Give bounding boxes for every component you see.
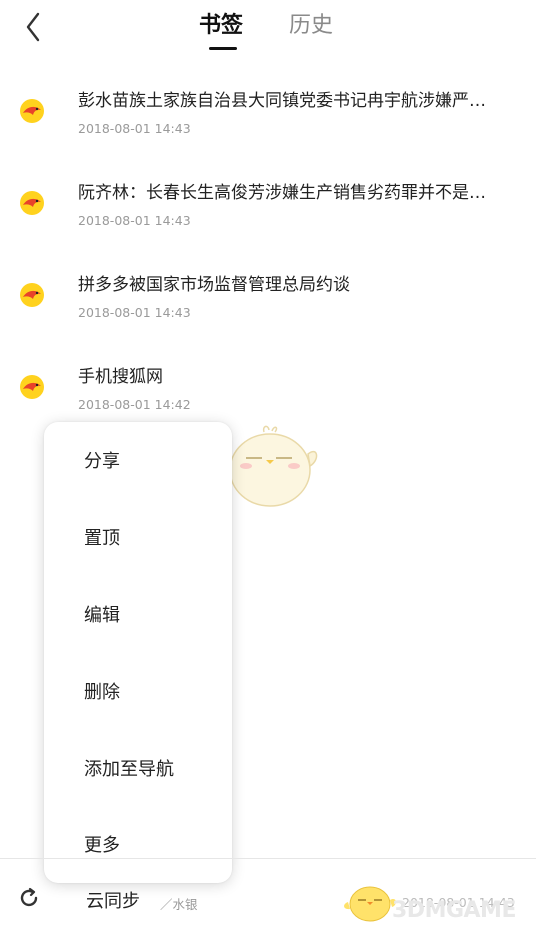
menu-item-delete[interactable]: 删除: [84, 681, 120, 705]
bookmark-item[interactable]: 彭水苗族土家族自治县大同镇党委书记冉宇航涉嫌严… 2018-08-01 14:4…: [0, 88, 536, 180]
tab-history[interactable]: 历史: [289, 12, 333, 40]
bookmark-time: 2018-08-01 14:42: [78, 397, 191, 412]
menu-item-add-to-nav[interactable]: 添加至导航: [84, 758, 174, 782]
back-arrow-icon[interactable]: [20, 10, 50, 44]
sync-account: ／水银: [160, 897, 198, 912]
sync-icon[interactable]: [18, 887, 40, 909]
bookmark-title: 拼多多被国家市场监督管理总局约谈: [78, 275, 350, 295]
bookmark-time: 2018-08-01 14:43: [78, 213, 191, 228]
menu-item-edit[interactable]: 编辑: [84, 604, 120, 628]
watermark-text: 3DMGAME: [392, 898, 516, 923]
menu-item-share[interactable]: 分享: [84, 450, 120, 474]
bookmark-time: 2018-08-01 14:43: [78, 305, 191, 320]
sohu-fox-icon: [20, 375, 44, 399]
bookmark-item[interactable]: 拼多多被国家市场监督管理总局约谈 2018-08-01 14:43: [0, 272, 536, 364]
header: 书签 历史: [0, 0, 536, 60]
sohu-fox-icon: [20, 191, 44, 215]
cloud-sync-button[interactable]: 云同步: [86, 887, 140, 913]
bookmark-time: 2018-08-01 14:43: [78, 121, 191, 136]
bookmark-item[interactable]: 阮齐林：长春长生高俊芳涉嫌生产销售劣药罪并不是… 2018-08-01 14:4…: [0, 180, 536, 272]
sohu-fox-icon: [20, 99, 44, 123]
menu-item-pin-top[interactable]: 置顶: [84, 527, 120, 551]
sohu-fox-icon: [20, 283, 44, 307]
tab-bookmarks[interactable]: 书签: [199, 12, 243, 40]
context-menu: 分享 置顶 编辑 删除 添加至导航 更多: [44, 422, 232, 883]
tab-active-indicator: [209, 47, 237, 50]
menu-item-more[interactable]: 更多: [84, 834, 120, 858]
bookmark-title: 彭水苗族土家族自治县大同镇党委书记冉宇航涉嫌严…: [78, 91, 486, 111]
watermark-chick-icon: [344, 886, 396, 922]
bookmark-title: 阮齐林：长春长生高俊芳涉嫌生产销售劣药罪并不是…: [78, 183, 486, 203]
bookmark-title: 手机搜狐网: [78, 367, 163, 387]
